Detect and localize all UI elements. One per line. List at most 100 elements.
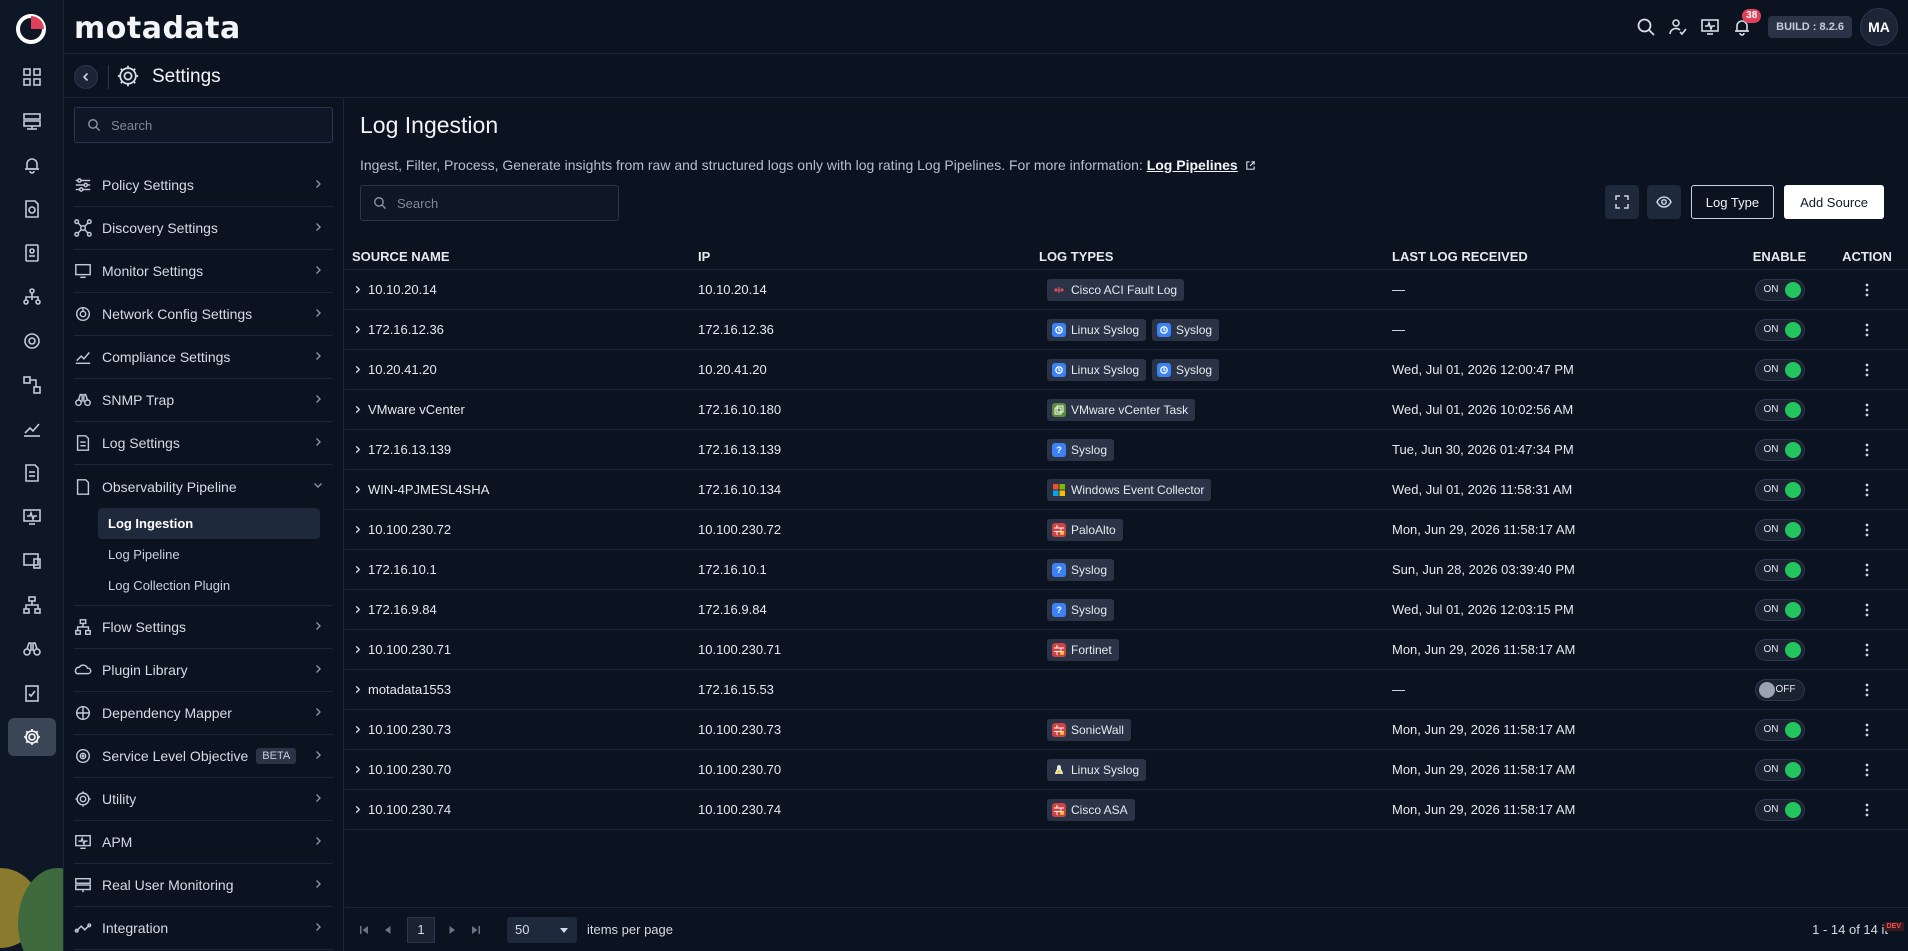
view-columns-button[interactable] xyxy=(1646,185,1681,219)
source-search-input[interactable] xyxy=(397,195,597,211)
more-vertical-icon[interactable] xyxy=(1865,763,1869,777)
dashboard-icon[interactable] xyxy=(8,58,56,96)
more-vertical-icon[interactable] xyxy=(1865,363,1869,377)
current-page[interactable]: 1 xyxy=(407,916,435,943)
table-row[interactable]: 172.16.10.1 172.16.10.1? Syslog Sun, Jun 28… xyxy=(345,550,1908,590)
col-log-types[interactable]: LOG TYPES xyxy=(1039,249,1386,264)
external-link-icon[interactable] xyxy=(1245,160,1256,171)
table-row[interactable]: motadata1553 172.16.15.53 — OFF xyxy=(345,670,1908,710)
expand-row-icon[interactable] xyxy=(353,485,362,494)
radar-icon[interactable] xyxy=(8,322,56,360)
enable-toggle[interactable]: ON xyxy=(1754,798,1805,821)
expand-row-icon[interactable] xyxy=(353,525,362,534)
binoculars-rail-icon[interactable] xyxy=(8,630,56,668)
back-button[interactable] xyxy=(74,65,98,89)
col-last-log-received[interactable]: LAST LOG RECEIVED xyxy=(1386,249,1733,264)
expand-row-icon[interactable] xyxy=(353,725,362,734)
sidebar-item-real-user-monitoring[interactable]: Real User Monitoring xyxy=(74,864,333,907)
sidebar-subitem-log-pipeline[interactable]: Log Pipeline xyxy=(74,539,333,570)
device-icon[interactable] xyxy=(8,542,56,580)
more-vertical-icon[interactable] xyxy=(1865,683,1869,697)
table-row[interactable]: VMware vCenter 172.16.10.180 VMware vCente… xyxy=(345,390,1908,430)
settings-rail-icon[interactable] xyxy=(8,718,56,756)
sidebar-subitem-log-collection-plugin[interactable]: Log Collection Plugin xyxy=(74,570,333,601)
more-vertical-icon[interactable] xyxy=(1865,323,1869,337)
col-ip[interactable]: IP xyxy=(692,249,1039,264)
notification-bell-icon[interactable]: 38 xyxy=(1726,9,1762,43)
table-row[interactable]: 10.100.230.71 10.100.230.71 Fortinet Mon, J… xyxy=(345,630,1908,670)
sidebar-item-network-config-settings[interactable]: Network Config Settings xyxy=(74,293,333,336)
expand-row-icon[interactable] xyxy=(353,445,362,454)
enable-toggle[interactable]: ON xyxy=(1754,758,1805,781)
table-row[interactable]: 10.100.230.74 10.100.230.74 Cisco ASA Mon, … xyxy=(345,790,1908,830)
table-row[interactable]: WIN-4PJMESL4SHA 172.16.10.134 Windows Even… xyxy=(345,470,1908,510)
checklist-icon[interactable] xyxy=(8,674,56,712)
table-row[interactable]: 10.100.230.73 10.100.230.73 SonicWall Mon, … xyxy=(345,710,1908,750)
expand-row-icon[interactable] xyxy=(353,605,362,614)
more-vertical-icon[interactable] xyxy=(1865,563,1869,577)
table-row[interactable]: 10.100.230.70 10.100.230.70 Linux Syslog Mo… xyxy=(345,750,1908,790)
next-page-button[interactable] xyxy=(441,917,463,943)
topology-icon[interactable] xyxy=(8,278,56,316)
expand-row-icon[interactable] xyxy=(353,405,362,414)
search-icon[interactable] xyxy=(1630,11,1662,43)
sidebar-item-service-level-objective[interactable]: Service Level Objective BETA xyxy=(74,735,333,778)
table-row[interactable]: 172.16.9.84 172.16.9.84? Syslog Wed, Jul 01… xyxy=(345,590,1908,630)
sidebar-item-dependency-mapper[interactable]: Dependency Mapper xyxy=(74,692,333,735)
monitor-icon[interactable] xyxy=(1694,11,1726,43)
table-row[interactable]: 10.20.41.20 10.20.41.20 Linux Syslog Syslog… xyxy=(345,350,1908,390)
table-row[interactable]: 10.100.230.72 10.100.230.72 PaloAlto Mon, J… xyxy=(345,510,1908,550)
table-row[interactable]: 172.16.12.36 172.16.12.36 Linux Syslog Sysl… xyxy=(345,310,1908,350)
sidebar-item-snmp-trap[interactable]: SNMP Trap xyxy=(74,379,333,422)
enable-toggle[interactable]: ON xyxy=(1754,278,1805,301)
sidebar-item-log-settings[interactable]: Log Settings xyxy=(74,422,333,465)
enable-toggle[interactable]: ON xyxy=(1754,318,1805,341)
enable-toggle[interactable]: ON xyxy=(1754,598,1805,621)
sidebar-item-policy-settings[interactable]: Policy Settings xyxy=(74,164,333,207)
enable-toggle[interactable]: ON xyxy=(1754,438,1805,461)
server-icon[interactable] xyxy=(8,102,56,140)
sidebar-item-apm[interactable]: APM xyxy=(74,821,333,864)
more-vertical-icon[interactable] xyxy=(1865,803,1869,817)
expand-row-icon[interactable] xyxy=(353,285,362,294)
sidebar-item-compliance-settings[interactable]: Compliance Settings xyxy=(74,336,333,379)
flow-map-icon[interactable] xyxy=(8,366,56,404)
more-vertical-icon[interactable] xyxy=(1865,523,1869,537)
table-row[interactable]: 172.16.13.139 172.16.13.139? Syslog Tue, Ju… xyxy=(345,430,1908,470)
prev-page-button[interactable] xyxy=(377,917,399,943)
expand-row-icon[interactable] xyxy=(353,365,362,374)
more-vertical-icon[interactable] xyxy=(1865,603,1869,617)
motadata-logo-icon[interactable] xyxy=(14,12,48,46)
expand-row-icon[interactable] xyxy=(353,765,362,774)
expand-row-icon[interactable] xyxy=(353,565,362,574)
bell-icon[interactable] xyxy=(8,146,56,184)
sidebar-item-observability-pipeline[interactable]: Observability Pipeline xyxy=(74,465,333,508)
log-search-icon[interactable] xyxy=(8,190,56,228)
more-vertical-icon[interactable] xyxy=(1865,403,1869,417)
fullscreen-button[interactable] xyxy=(1604,185,1639,219)
enable-toggle[interactable]: ON xyxy=(1754,518,1805,541)
log-type-button[interactable]: Log Type xyxy=(1690,185,1775,219)
analytics-icon[interactable] xyxy=(8,410,56,448)
report-icon[interactable] xyxy=(8,234,56,272)
more-vertical-icon[interactable] xyxy=(1865,723,1869,737)
sidebar-item-plugin-library[interactable]: Plugin Library xyxy=(74,649,333,692)
sidebar-search-input[interactable] xyxy=(111,117,311,133)
expand-row-icon[interactable] xyxy=(353,805,362,814)
col-source-name[interactable]: SOURCE NAME xyxy=(345,249,692,264)
expand-row-icon[interactable] xyxy=(353,685,362,694)
document-icon[interactable] xyxy=(8,454,56,492)
user-check-icon[interactable] xyxy=(1662,11,1694,43)
more-vertical-icon[interactable] xyxy=(1865,483,1869,497)
log-pipelines-link[interactable]: Log Pipelines xyxy=(1147,157,1238,173)
sidebar-item-monitor-settings[interactable]: Monitor Settings xyxy=(74,250,333,293)
enable-toggle[interactable]: ON xyxy=(1754,358,1805,381)
more-vertical-icon[interactable] xyxy=(1865,443,1869,457)
monitor-pulse-icon[interactable] xyxy=(8,498,56,536)
sidebar-item-utility[interactable]: Utility xyxy=(74,778,333,821)
enable-toggle[interactable]: ON xyxy=(1754,398,1805,421)
enable-toggle[interactable]: ON xyxy=(1754,718,1805,741)
per-page-select[interactable]: 50 xyxy=(507,916,577,943)
add-source-button[interactable]: Add Source xyxy=(1784,185,1884,219)
sidebar-item-integration[interactable]: Integration xyxy=(74,907,333,950)
